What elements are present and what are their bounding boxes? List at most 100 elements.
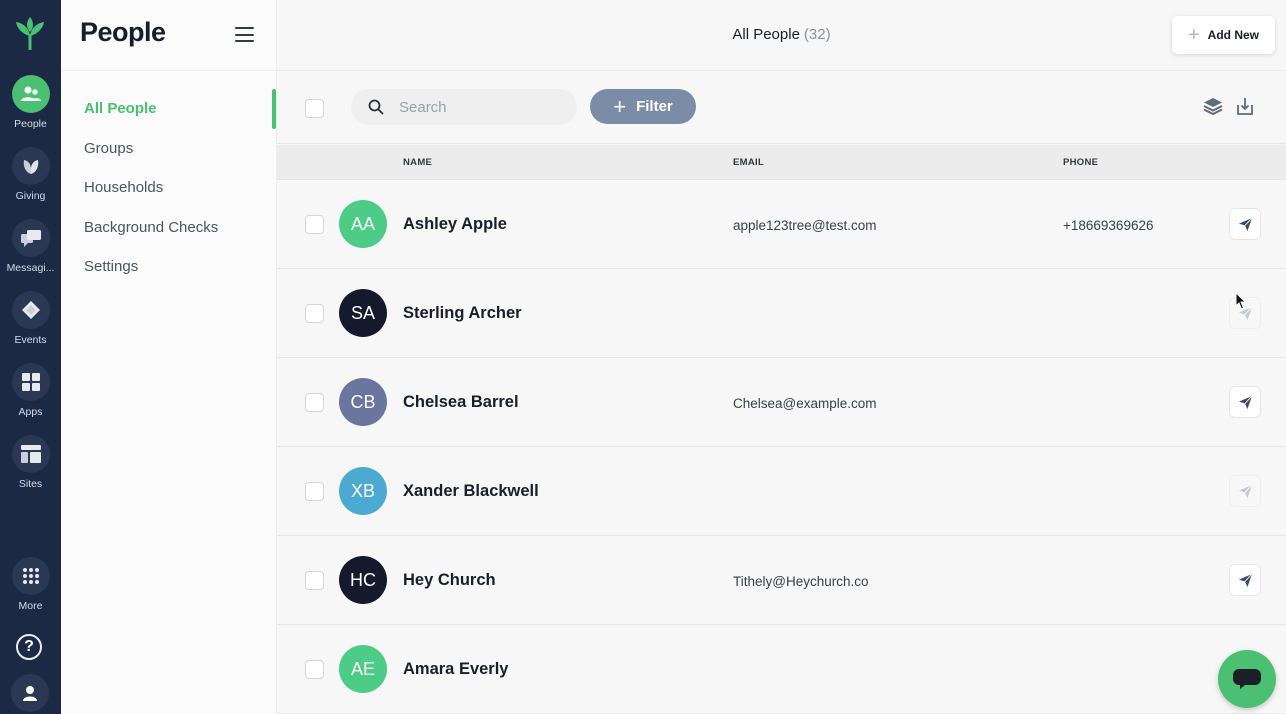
plus-icon: + [1187, 24, 1200, 46]
send-icon [1238, 395, 1252, 409]
rail-label-people: People [14, 118, 47, 130]
page-title: People [80, 17, 166, 47]
rail-item-events[interactable]: Events [0, 291, 61, 346]
top-bar: All People (32) + Add New [277, 0, 1286, 71]
rail-label-events: Events [14, 334, 47, 346]
send-icon [1238, 484, 1252, 498]
export-download-icon[interactable] [1235, 96, 1255, 116]
row-checkbox[interactable] [305, 660, 324, 679]
table-header: NAME EMAIL PHONE [277, 145, 1286, 180]
rail-label-apps: Apps [18, 406, 43, 418]
help-glyph: ? [24, 638, 34, 655]
person-email: Tithely@Heychurch.co [733, 574, 869, 589]
table-row[interactable]: SA Sterling Archer [277, 269, 1286, 358]
filter-label: Filter [636, 98, 673, 115]
list-title-text: All People [732, 26, 800, 43]
person-name[interactable]: Xander Blackwell [403, 482, 539, 501]
people-icon [11, 75, 50, 113]
message-icon [11, 219, 50, 257]
filter-button[interactable]: + Filter [590, 89, 696, 124]
rail-label-more: More [18, 600, 43, 612]
column-header-phone[interactable]: PHONE [1063, 157, 1098, 168]
rail-label-giving: Giving [15, 190, 46, 202]
search-box[interactable] [351, 89, 577, 125]
main-content: All People(32) + Add New + Filter NAME E… [277, 0, 1286, 714]
rail-item-messaging[interactable]: Messagi... [0, 219, 61, 274]
row-checkbox[interactable] [305, 393, 324, 412]
subnav-item-households[interactable]: Households [84, 179, 163, 196]
search-icon [368, 99, 384, 115]
mouse-cursor-icon [1235, 292, 1247, 310]
dots-grid-icon [11, 557, 50, 595]
person-phone: +18669369626 [1063, 218, 1154, 233]
avatar-initials: CB [350, 391, 376, 412]
rail-label-messaging: Messagi... [6, 262, 55, 274]
select-all-checkbox[interactable] [305, 99, 324, 118]
person-name[interactable]: Chelsea Barrel [403, 393, 519, 412]
table-row[interactable]: XB Xander Blackwell [277, 447, 1286, 536]
people-subnav: People All People Groups Households Back… [61, 0, 277, 714]
table-row[interactable]: CB Chelsea Barrel Chelsea@example.com [277, 358, 1286, 447]
person-email: apple123tree@test.com [733, 218, 877, 233]
row-checkbox[interactable] [305, 304, 324, 323]
active-indicator [272, 89, 276, 129]
people-count: (32) [803, 26, 831, 43]
plus-icon: + [613, 93, 627, 119]
avatar[interactable]: CB [339, 378, 387, 426]
apps-grid-icon [11, 363, 50, 401]
column-header-email[interactable]: EMAIL [733, 157, 764, 168]
subnav-item-background-checks[interactable]: Background Checks [84, 219, 218, 236]
person-email: Chelsea@example.com [733, 396, 877, 411]
app-rail: People Giving Messagi... Events Apps Sit… [0, 0, 61, 714]
add-new-button[interactable]: + Add New [1172, 16, 1275, 54]
send-message-button[interactable] [1229, 208, 1261, 240]
row-checkbox[interactable] [305, 215, 324, 234]
table-row[interactable]: HC Hey Church Tithely@Heychurch.co [277, 536, 1286, 625]
row-checkbox[interactable] [305, 482, 324, 501]
layout-icon [11, 435, 50, 473]
avatar-initials: XB [350, 480, 375, 501]
table-row[interactable]: AE Amara Everly [277, 625, 1286, 714]
subnav-item-all-people[interactable]: All People [84, 100, 157, 117]
subnav-item-groups[interactable]: Groups [84, 140, 133, 157]
subnav-divider [61, 70, 277, 71]
rail-item-apps[interactable]: Apps [0, 363, 61, 418]
avatar-initials: HC [350, 569, 376, 590]
ticket-icon [11, 291, 50, 329]
avatar[interactable]: AA [339, 200, 387, 248]
person-name[interactable]: Amara Everly [403, 660, 509, 679]
rail-item-giving[interactable]: Giving [0, 147, 61, 202]
table-row[interactable]: AA Ashley Apple apple123tree@test.com +1866… [277, 180, 1286, 269]
avatar-initials: AA [350, 213, 375, 234]
person-name[interactable]: Sterling Archer [403, 304, 522, 323]
send-message-button[interactable] [1229, 564, 1261, 596]
avatar[interactable]: AE [339, 645, 387, 693]
list-toolbar: + Filter [277, 71, 1286, 144]
list-title: All People (32) [277, 26, 1286, 43]
search-input[interactable] [399, 98, 559, 116]
rail-item-people[interactable]: People [0, 75, 61, 130]
chat-support-button[interactable] [1218, 650, 1276, 708]
hamburger-menu-icon[interactable] [235, 27, 254, 42]
rail-item-sites[interactable]: Sites [0, 435, 61, 490]
send-message-button[interactable] [1229, 475, 1261, 507]
column-header-name[interactable]: NAME [403, 157, 432, 168]
leaf-icon [11, 147, 50, 185]
avatar[interactable]: XB [339, 467, 387, 515]
layers-icon[interactable] [1203, 96, 1223, 116]
send-icon [1238, 573, 1252, 587]
leaf-logo-icon[interactable] [12, 16, 48, 52]
avatar[interactable]: SA [339, 289, 387, 337]
user-account-icon[interactable] [11, 674, 49, 712]
subnav-item-settings[interactable]: Settings [84, 258, 138, 275]
send-icon [1238, 217, 1252, 231]
row-checkbox[interactable] [305, 571, 324, 590]
person-name[interactable]: Hey Church [403, 571, 496, 590]
rail-item-more[interactable]: More [0, 557, 61, 612]
avatar[interactable]: HC [339, 556, 387, 604]
send-message-button[interactable] [1229, 386, 1261, 418]
avatar-initials: SA [350, 302, 375, 323]
person-name[interactable]: Ashley Apple [403, 215, 507, 234]
rail-label-sites: Sites [18, 478, 43, 490]
help-icon[interactable]: ? [16, 634, 42, 660]
